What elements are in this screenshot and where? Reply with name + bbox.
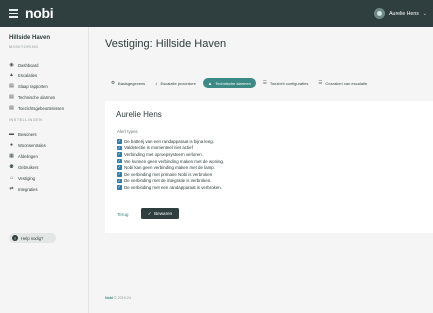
sidebar-item-label: Escalaties	[18, 72, 38, 78]
sidebar-item-dashboard[interactable]: ◉ Dashboard	[9, 61, 39, 69]
tab-escalatie-procedure[interactable]: ♪ Escalatie procedure	[152, 78, 199, 88]
alert-icon: ▲	[9, 72, 14, 78]
sidebar-item-label: Integraties	[18, 186, 38, 192]
sidebar-item-label: Gebruikers	[18, 164, 39, 170]
gear-icon: ⚙	[111, 80, 116, 85]
alert-option-label: De verbinding met primaire Nobi is verbr…	[124, 171, 213, 177]
sidebar-item-vestiging[interactable]: ⌂ Vestiging	[9, 174, 35, 182]
question-icon: ?	[12, 235, 18, 241]
alert-option[interactable]: ✓ Valdetectie is momenteel niet actief	[117, 145, 224, 152]
sidebar-item-label: Toezichtsgebeurtenissen	[18, 105, 65, 111]
alert-option[interactable]: ✓ De verbinding met primaire Nobi is ver…	[117, 171, 224, 178]
chevron-down-icon: ⌄	[422, 10, 427, 17]
alert-option-label: De verbinding met een randapparaat is ve…	[124, 184, 222, 190]
footer-copyright: © 2019-24	[113, 296, 131, 300]
checkbox-checked-icon[interactable]: ✓	[117, 165, 122, 170]
sidebar-item-label: Woonsentrales	[18, 142, 46, 148]
sidebar-item-technische-alarmen[interactable]: ▤ Technische alarmen	[9, 93, 55, 101]
sidebar-item-label: Bewoners	[18, 131, 37, 137]
sidebar-item-label: Slaap rapporten	[18, 83, 48, 89]
sidebar-item-bewoners[interactable]: ▬ Bewoners	[9, 130, 37, 138]
tab-basisgegevens[interactable]: ⚙ Basisgegevens	[108, 78, 148, 88]
user-menu[interactable]: Aurelie Hens ⌄	[374, 6, 427, 21]
alert-option[interactable]: ✓ De batterij van een randapparaat is bi…	[117, 138, 224, 145]
avatar	[374, 8, 386, 19]
alert-option-label: De batterij van een randapparaat is bijn…	[124, 138, 214, 144]
page-title: Vestiging: Hillside Haven	[105, 38, 227, 50]
sidebar-item-label: Technische alarmen	[18, 94, 56, 100]
save-button[interactable]: ✓ Bewaren	[141, 208, 179, 219]
sidebar-section-instellingen: INSTELLINGEN	[9, 118, 43, 122]
users-icon: ⚉	[9, 164, 14, 170]
sidebar-item-escalaties[interactable]: ▲ Escalaties	[9, 71, 37, 79]
alert-option[interactable]: ✓ De verbinding met een randapparaat is …	[117, 184, 224, 191]
sidebar-item-slaap-rapporten[interactable]: ▤ Slaap rapporten	[9, 82, 48, 90]
alert-option-label: We kunnen geen verbinding maken met de w…	[124, 158, 225, 164]
tab-label: Basisgegevens	[118, 80, 146, 86]
footer: Nobi © 2019-24	[105, 296, 131, 300]
sidebar-item-afdelingen[interactable]: ▦ Afdelingen	[9, 152, 38, 160]
sidebar-item-label: Afdelingen	[18, 153, 38, 159]
checkbox-checked-icon[interactable]: ✓	[117, 158, 122, 164]
footer-brand[interactable]: Nobi	[105, 296, 113, 300]
sidebar-item-label: Dashboard	[18, 62, 39, 68]
card-title: Aurelie Hens	[116, 110, 162, 119]
tab-label: Technische alarmen	[215, 80, 251, 86]
checkbox-checked-icon[interactable]: ✓	[117, 139, 122, 144]
checkbox-checked-icon[interactable]: ✓	[117, 145, 122, 151]
list-icon: ☰	[318, 80, 323, 85]
tab-label: Escalatie procedure	[160, 80, 196, 86]
tab-technische-alarmen[interactable]: ▲ Technische alarmen	[202, 78, 256, 88]
home-icon: ⌂	[9, 175, 14, 181]
back-button[interactable]: Terug	[117, 212, 129, 217]
sidebar: Hillside Haven MONITORING ◉ Dashboard ▲ …	[0, 27, 89, 313]
swap-icon: ⇄	[9, 186, 14, 192]
bell-icon: ♪	[155, 80, 158, 86]
alert-option-label: De verbinding met de integratie is verbr…	[124, 178, 212, 184]
gauge-icon: ◉	[9, 62, 14, 68]
sidebar-item-label: Vestiging	[18, 175, 35, 181]
alert-option-label: Nobi kan geen verbinding maken met de la…	[124, 165, 215, 171]
settings-tabs: ⚙ Basisgegevens ♪ Escalatie procedure ▲ …	[108, 78, 370, 88]
alert-option[interactable]: ✓ Verbinding met oproepsysteem verloren.	[117, 151, 224, 158]
report-icon: ▤	[9, 94, 14, 100]
hamburger-menu-icon[interactable]	[9, 9, 18, 18]
alert-option[interactable]: ✓ Nobi kan geen verbinding maken met de …	[117, 164, 224, 171]
alert-option-label: Verbinding met oproepsysteem verloren.	[124, 151, 203, 157]
sidebar-item-woonsentrales[interactable]: ● Woonsentrales	[9, 141, 46, 149]
ward-icon: ▦	[9, 153, 14, 159]
tab-toezicht-configuraties[interactable]: ☰ Toezicht configuraties	[260, 78, 312, 88]
sidebar-section-monitoring: MONITORING	[9, 45, 39, 49]
save-button-label: Bewaren	[154, 211, 173, 216]
sidebar-item-gebruikers[interactable]: ⚉ Gebruikers	[9, 163, 38, 171]
alert-option[interactable]: ✓ De verbinding met de integratie is ver…	[117, 178, 224, 185]
sidebar-item-integraties[interactable]: ⇄ Integraties	[9, 185, 38, 193]
checkbox-checked-icon[interactable]: ✓	[117, 178, 122, 184]
checkbox-checked-icon[interactable]: ✓	[117, 185, 122, 190]
sidebar-item-toezichtsgebeurtenissen[interactable]: ▤ Toezichtsgebeurtenissen	[9, 104, 64, 112]
checkbox-checked-icon[interactable]: ✓	[117, 171, 122, 177]
tab-label: Toezicht configuraties	[269, 80, 309, 86]
sidebar-facility-title: Hillside Haven	[9, 35, 51, 41]
tab-label: Oorzaken van escalatie	[325, 80, 368, 86]
help-button[interactable]: ? Help nodig?	[9, 233, 56, 243]
help-label: Help nodig?	[21, 235, 44, 241]
list-icon: ☰	[262, 80, 267, 85]
alert-types-label: Alert types	[117, 129, 138, 134]
check-icon: ✓	[147, 210, 152, 216]
report-icon: ▤	[9, 105, 14, 111]
alert-option-label: Valdetectie is momenteel niet actief	[124, 145, 193, 151]
nobi-logo[interactable]: nobi	[25, 5, 54, 21]
alert-types-list: ✓ De batterij van een randapparaat is bi…	[117, 138, 224, 191]
alert-settings-card: Aurelie Hens Alert types ✓ De batterij v…	[105, 101, 433, 233]
warning-icon: ▲	[207, 80, 213, 86]
tab-oorzaken-van-escalatie[interactable]: ☰ Oorzaken van escalatie	[315, 78, 370, 88]
checkbox-checked-icon[interactable]: ✓	[117, 152, 122, 157]
user-name: Aurelie Hens	[389, 10, 419, 17]
hub-icon: ●	[9, 142, 14, 148]
top-bar: nobi Aurelie Hens ⌄	[0, 0, 433, 27]
bed-icon: ▬	[9, 131, 14, 137]
alert-option[interactable]: ✓ We kunnen geen verbinding maken met de…	[117, 158, 224, 165]
report-icon: ▤	[9, 83, 14, 89]
